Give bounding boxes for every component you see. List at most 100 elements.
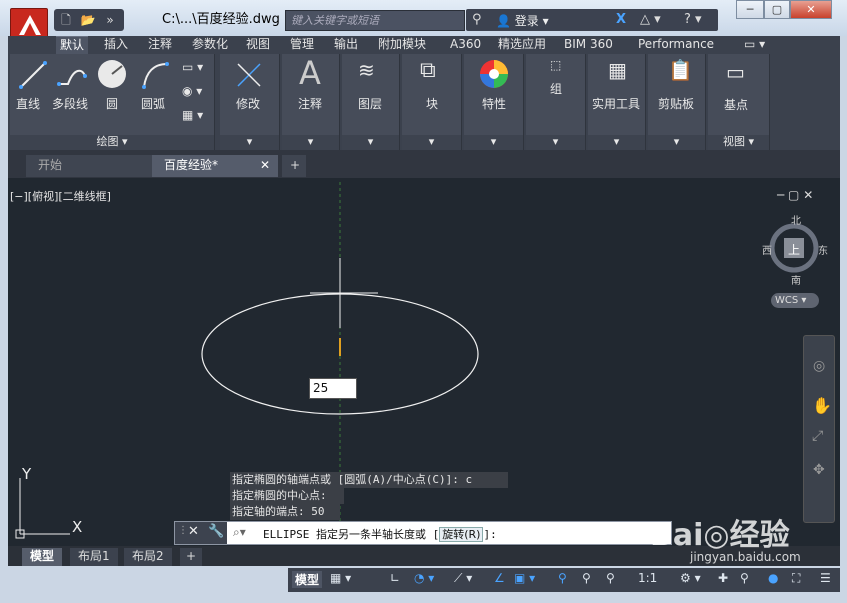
annotation-visibility-icon[interactable]: ⚲	[558, 571, 567, 585]
tab-6[interactable]: 输出	[330, 36, 362, 54]
isodraft-icon[interactable]: ⟋ ▾	[454, 571, 472, 586]
draw-panel-footer[interactable]: 绘图 ▾	[10, 135, 214, 150]
add-layout-button[interactable]: +	[180, 548, 203, 566]
line-label[interactable]: 直线	[16, 95, 40, 112]
exchange-icon[interactable]: X	[616, 12, 626, 27]
tab-0[interactable]: 默认	[56, 36, 89, 54]
binoculars-icon[interactable]: ⚲	[472, 12, 482, 27]
panel-footer[interactable]: ▾	[464, 135, 523, 150]
auto-scale-icon[interactable]: ⚲	[582, 571, 591, 585]
tab-layout1[interactable]: 布局1	[70, 548, 118, 566]
fullscreen-icon[interactable]: ⛶	[792, 571, 800, 586]
annotation-panel[interactable]: A 注释 ▾	[282, 54, 340, 150]
polyline-label[interactable]: 多段线	[52, 95, 88, 112]
panel-footer[interactable]: ▾	[220, 135, 279, 150]
file-tab-start[interactable]: 开始	[26, 155, 152, 177]
line-icon[interactable]	[18, 60, 48, 90]
model-space-button[interactable]: 模型	[292, 571, 323, 588]
tab-model[interactable]: 模型	[22, 548, 63, 566]
tab-10[interactable]: BIM 360	[560, 36, 617, 54]
tab-2[interactable]: 注释	[144, 36, 176, 54]
grip-icon[interactable]: ⋮	[178, 525, 188, 536]
polyline-icon[interactable]	[56, 60, 88, 90]
orbit-icon[interactable]: ✥	[813, 462, 825, 478]
clipboard-panel[interactable]: 📋 剪贴板 ▾	[648, 54, 706, 150]
command-history: 指定椭圆的轴端点或 [圆弧(A)/中心点(C)]: c 指定椭圆的中心点: 指定…	[230, 472, 510, 520]
panel-footer[interactable]: ▾	[588, 135, 645, 150]
close-button[interactable]: ✕	[790, 0, 832, 19]
search-input[interactable]: 键入关键字或短语	[285, 10, 465, 31]
tab-3[interactable]: 参数化	[188, 36, 232, 54]
rectangle-icon[interactable]: ▭ ▾	[182, 60, 203, 74]
tab-8[interactable]: A360	[446, 36, 485, 54]
panel-footer[interactable]: ▾	[648, 135, 705, 150]
tab-7[interactable]: 附加模块	[374, 36, 430, 54]
hardware-acceleration-icon[interactable]: ●	[768, 571, 778, 585]
tab-layout2[interactable]: 布局2	[124, 548, 172, 566]
gradient-icon[interactable]: ▦ ▾	[182, 108, 203, 122]
add-tab-button[interactable]: +	[282, 155, 306, 177]
command-prompt: ELLIPSE 指定另一条半轴长度或 [旋转(R)]:	[263, 526, 497, 542]
hatch-icon[interactable]: ◉ ▾	[182, 84, 202, 98]
tab-9[interactable]: 精选应用	[494, 36, 550, 54]
arc-icon[interactable]	[140, 60, 170, 90]
panel-footer[interactable]: ▾	[526, 135, 585, 150]
osnap-track-icon[interactable]: ∠	[494, 571, 505, 585]
pan-icon[interactable]: ✋	[812, 396, 832, 415]
tab-4[interactable]: 视图	[242, 36, 274, 54]
minimize-button[interactable]: ─	[736, 0, 764, 19]
steering-wheel-icon[interactable]: ◎	[813, 358, 825, 374]
history-line: 指定椭圆的轴端点或 [圆弧(A)/中心点(C)]: c	[230, 472, 508, 488]
viewcube-top-face[interactable]: 上	[788, 241, 800, 258]
panel-footer[interactable]: ▾	[342, 135, 399, 150]
view-panel-footer[interactable]: 视图 ▾	[708, 135, 769, 150]
group-panel[interactable]: ⬚ 组 ▾	[526, 54, 586, 150]
open-file-icon[interactable]: 📂	[80, 12, 96, 28]
restore-button[interactable]: ▢	[764, 0, 790, 19]
modify-panel[interactable]: 修改 ▾	[220, 54, 280, 150]
scale-selector[interactable]: 1:1	[638, 571, 657, 585]
viewport-window-controls[interactable]: ─ ▢ ✕	[777, 188, 813, 202]
customize-wrench-icon[interactable]: 🔧	[208, 524, 224, 539]
viewcube[interactable]: 北 南 西 东 上	[762, 212, 828, 287]
recent-commands-icon[interactable]: ⌕▾	[233, 525, 246, 540]
tab-5[interactable]: 管理	[286, 36, 318, 54]
circle-icon[interactable]	[96, 58, 128, 90]
panel-footer[interactable]: ▾	[282, 135, 339, 150]
circle-label[interactable]: 圆	[106, 95, 118, 112]
customization-menu-icon[interactable]: ☰	[820, 571, 831, 585]
autodesk-icon[interactable]: △ ▾	[640, 12, 661, 27]
workspace-gear-icon[interactable]: ⚙ ▾	[680, 571, 701, 585]
dynamic-input-field[interactable]: 25	[309, 378, 357, 399]
help-icon[interactable]: ? ▾	[684, 12, 702, 27]
utilities-panel[interactable]: ▦ 实用工具 ▾	[588, 54, 646, 150]
tab-11[interactable]: Performance	[634, 36, 718, 54]
file-tab-current[interactable]: 百度经验* ✕	[152, 155, 278, 177]
annotation-monitor-icon[interactable]: ✚	[718, 571, 728, 585]
tab-1[interactable]: 插入	[100, 36, 132, 54]
osnap-icon[interactable]: ▣ ▾	[514, 571, 535, 585]
block-panel[interactable]: ⧉ 块 ▾	[402, 54, 462, 150]
layers-panel[interactable]: ≋ 图层 ▾	[342, 54, 400, 150]
arc-label[interactable]: 圆弧	[141, 95, 165, 112]
close-command-icon[interactable]: ✕	[188, 524, 199, 539]
new-file-icon[interactable]: 🗋	[58, 12, 74, 28]
annotation-scale-icon[interactable]: ⚲	[606, 571, 615, 585]
polar-icon[interactable]: ◔ ▾	[414, 571, 434, 585]
close-tab-icon[interactable]: ✕	[260, 155, 270, 176]
panel-label: 特性	[482, 97, 507, 111]
panel-footer[interactable]: ▾	[402, 135, 461, 150]
ortho-icon[interactable]: ∟	[390, 571, 400, 585]
more-icon[interactable]: »	[102, 12, 118, 28]
wcs-menu[interactable]: WCS ▾	[771, 293, 819, 308]
viewport-controls[interactable]: [−][俯视][二维线框]	[10, 188, 111, 204]
grid-icon[interactable]: ▦ ▾	[330, 571, 351, 585]
command-line[interactable]: ⋮ ✕ 🔧 ⌕▾ ELLIPSE 指定另一条半轴长度或 [旋转(R)]:	[174, 521, 672, 545]
ribbon-minimize-icon[interactable]: ▭ ▾	[740, 36, 769, 54]
rotate-option[interactable]: 旋转(R)	[439, 527, 484, 542]
properties-panel[interactable]: 特性 ▾	[464, 54, 524, 150]
units-icon[interactable]: ⚲	[740, 571, 749, 585]
zoom-icon[interactable]: ⤢	[812, 428, 823, 444]
view-panel[interactable]: ▭ 基点 视图 ▾	[708, 54, 770, 150]
login-button[interactable]: 👤 登录 ▾	[496, 12, 549, 29]
